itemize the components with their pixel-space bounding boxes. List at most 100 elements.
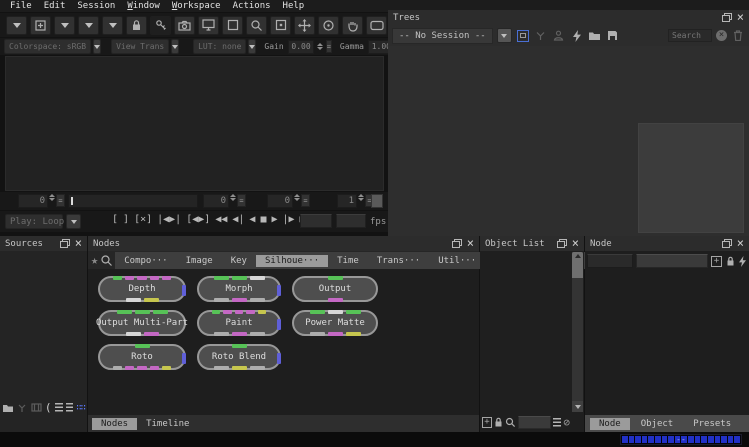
view-transform-chevron[interactable] [171,39,179,54]
node-item-depth[interactable]: Depth [98,276,186,302]
key-icon[interactable] [150,16,171,35]
source-clip-icon[interactable] [31,401,42,415]
step-stepper[interactable] [358,194,364,208]
node-tab-object[interactable]: Object [632,418,683,430]
range-start-input[interactable]: 0 [203,194,229,208]
node-tab-presets[interactable]: Presets [684,418,740,430]
tab-image[interactable]: Image [177,255,222,267]
lut-dropdown[interactable]: LUT: none [193,39,246,54]
tab-util[interactable]: Util··· [429,255,485,267]
menu-item-workspace[interactable]: Workspace [166,1,227,11]
float-panel-icon[interactable] [722,239,732,248]
float-panel-icon[interactable] [60,239,70,248]
detail-view-icon[interactable] [66,403,73,412]
add-object-icon[interactable]: + [482,417,492,428]
trees-content-area[interactable] [388,46,749,236]
channel-dropdown[interactable] [54,16,75,35]
mark-out-icon[interactable]: ] [123,214,129,225]
fps-display[interactable] [336,214,366,228]
list-view-icon[interactable] [55,403,64,412]
menu-item-session[interactable]: Session [71,1,121,11]
close-panel-icon[interactable]: × [572,239,579,248]
view-transform-dropdown[interactable]: View Trans [111,39,169,54]
session-selector[interactable]: -- No Session -- [392,28,493,44]
session-user-icon[interactable] [552,29,566,43]
tab-key[interactable]: Key [222,255,256,267]
close-panel-icon[interactable]: × [737,13,744,22]
close-panel-icon[interactable]: × [467,239,474,248]
mode-dropdown[interactable] [102,16,123,35]
disable-object-icon[interactable]: ⊘ [563,416,570,429]
menu-item-edit[interactable]: Edit [38,1,72,11]
tree-view-toggle-icon[interactable] [516,29,530,43]
node-item-roto-blend[interactable]: Roto Blend [197,344,281,370]
pan-arrows-icon[interactable] [294,16,315,35]
view-tab-nodes[interactable]: Nodes [92,418,137,430]
favorites-star-icon[interactable]: ★ [91,253,98,267]
pixel-inspect-icon[interactable] [270,16,291,35]
colorspace-dropdown[interactable]: Colorspace: sRGB [4,39,91,54]
node-tab-notes[interactable]: Notes [742,418,749,430]
range-fit-icon[interactable]: [◀▶] [186,214,210,225]
region-of-interest-icon[interactable] [366,16,387,35]
gain-input[interactable]: 0.00 [288,40,314,54]
node-tab-node[interactable]: Node [590,418,630,430]
overlay-dropdown[interactable] [78,16,99,35]
range-start-reset[interactable]: = [237,194,246,207]
tab-trans[interactable]: Trans··· [368,255,429,267]
import-folder-icon[interactable] [588,29,602,43]
trees-search-input[interactable]: Search [668,29,712,42]
step-fwd-icon[interactable]: |▶ [283,214,295,225]
stop-icon[interactable]: ■ [260,214,266,225]
tab-time[interactable]: Time [328,255,368,267]
node-name-input[interactable] [587,254,633,268]
current-frame-stepper[interactable] [49,194,55,208]
node-item-paint[interactable]: Paint [197,310,281,336]
tab-silhoue[interactable]: Silhoue··· [256,255,328,267]
play-back-icon[interactable]: ◀ [249,214,255,225]
object-sort-icon[interactable] [553,418,561,427]
colorspace-chevron[interactable] [93,39,101,54]
node-item-morph[interactable]: Morph [197,276,281,302]
reset-range-icon[interactable]: [×] [134,214,152,225]
save-session-icon[interactable] [606,29,620,43]
view-tab-timeline[interactable]: Timeline [137,418,198,430]
close-panel-icon[interactable]: × [75,239,82,248]
snapshot-camera-icon[interactable] [174,16,195,35]
float-panel-icon[interactable] [452,239,462,248]
object-search-icon[interactable] [505,415,516,429]
gain-stepper[interactable] [317,43,323,50]
node-item-output-multi-part[interactable]: Output Multi-Part [98,310,186,336]
thumbnail-view-icon[interactable]: ∷∷ [76,403,85,413]
tree-branch-icon[interactable] [534,29,548,43]
zoom-tool-icon[interactable] [246,16,267,35]
monitor-icon[interactable] [198,16,219,35]
hand-pan-icon[interactable] [342,16,363,35]
render-bolt-icon[interactable] [570,29,584,43]
menu-item-actions[interactable]: Actions [227,1,277,11]
node-profile-selector[interactable] [636,254,708,268]
current-frame-input[interactable]: 0 [18,194,48,208]
menu-item-window[interactable]: Window [121,1,166,11]
clear-search-icon[interactable]: × [716,30,727,41]
add-parameter-icon[interactable]: + [711,256,722,267]
lock-node-icon[interactable] [725,254,735,268]
range-option-button[interactable] [371,194,383,208]
playhead-marker[interactable] [71,197,73,205]
fps-input[interactable] [300,214,332,228]
step-back-icon[interactable]: ◀| [232,214,244,225]
rotate-target-icon[interactable] [318,16,339,35]
current-frame-reset[interactable]: = [56,194,65,207]
range-end-input[interactable]: 0 [267,194,293,208]
add-viewport-button[interactable] [30,16,51,35]
gain-reset-button[interactable]: = [326,40,332,53]
session-chevron[interactable] [497,28,512,43]
range-end-stepper[interactable] [294,194,300,208]
play-icon[interactable]: ▶ [271,214,277,225]
import-source-icon[interactable] [2,401,14,415]
float-panel-icon[interactable] [722,13,732,22]
close-panel-icon[interactable]: × [737,239,744,248]
menu-item-help[interactable]: Help [277,1,311,11]
mark-in-icon[interactable]: [ [112,214,118,225]
object-filter-input[interactable] [518,416,552,429]
